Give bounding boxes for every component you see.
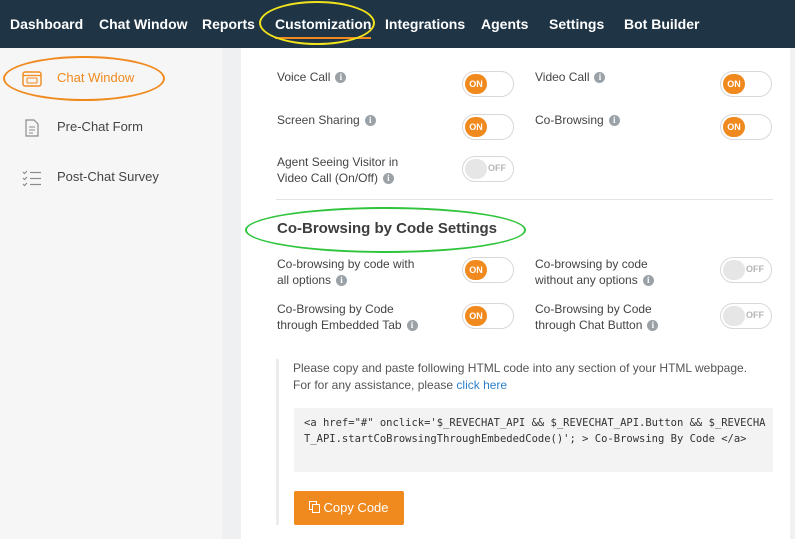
sidebar-item-post-chat-survey[interactable]: Post-Chat Survey bbox=[0, 160, 222, 196]
nav-agents[interactable]: Agents bbox=[481, 0, 528, 48]
instructions-text: Please copy and paste following HTML cod… bbox=[293, 360, 778, 394]
label-line: Co-browsing by code with bbox=[277, 257, 415, 271]
sidebar-item-chat-window[interactable]: Chat Window bbox=[0, 61, 222, 97]
nav-integrations[interactable]: Integrations bbox=[385, 0, 465, 48]
toggle-knob: ON bbox=[465, 117, 487, 137]
info-icon[interactable]: i bbox=[364, 115, 376, 127]
info-icon[interactable]: i bbox=[594, 72, 606, 84]
sidebar-item-label: Pre-Chat Form bbox=[57, 119, 143, 134]
instructions-line: For for any assistance, please bbox=[293, 378, 457, 392]
cobrowse-all-options-label: Co-browsing by code with all options i bbox=[277, 256, 414, 288]
toggle-state-text: OFF bbox=[746, 264, 764, 274]
scrollbar[interactable] bbox=[790, 48, 795, 539]
nav-customization-label: Customization bbox=[275, 16, 372, 32]
co-browsing-label: Co-Browsing i bbox=[535, 112, 620, 128]
cobrowse-without-options-toggle[interactable]: OFF bbox=[720, 257, 772, 283]
checklist-icon bbox=[22, 168, 42, 188]
nav-customization[interactable]: Customization bbox=[275, 0, 372, 48]
video-call-label: Video Call i bbox=[535, 69, 606, 85]
click-here-link[interactable]: click here bbox=[456, 378, 507, 392]
label-line: Co-browsing by code bbox=[535, 257, 648, 271]
toggle-knob: ON bbox=[465, 74, 487, 94]
label-line: Agent Seeing Visitor in bbox=[277, 155, 399, 169]
nav-dashboard[interactable]: Dashboard bbox=[10, 0, 83, 48]
voice-call-toggle[interactable]: ON bbox=[462, 71, 514, 97]
toggle-knob bbox=[723, 260, 745, 280]
info-icon[interactable]: i bbox=[336, 275, 348, 287]
section-divider bbox=[276, 199, 773, 200]
label-line: Co-Browsing by Code bbox=[277, 302, 394, 316]
info-icon[interactable]: i bbox=[406, 320, 418, 332]
toggle-knob: ON bbox=[723, 74, 745, 94]
screen-sharing-text: Screen Sharing bbox=[277, 113, 360, 127]
co-browsing-toggle[interactable]: ON bbox=[720, 114, 772, 140]
label-line: through Chat Button bbox=[535, 318, 643, 332]
document-icon bbox=[22, 118, 42, 138]
sidebar-item-label: Post-Chat Survey bbox=[57, 169, 159, 184]
label-line: without any options bbox=[535, 273, 638, 287]
cobrowse-embedded-tab-label: Co-Browsing by Code through Embedded Tab i bbox=[277, 301, 418, 333]
toggle-state-text: OFF bbox=[488, 163, 506, 173]
co-browsing-text: Co-Browsing bbox=[535, 113, 604, 127]
nav-settings[interactable]: Settings bbox=[549, 0, 604, 48]
info-icon[interactable]: i bbox=[382, 173, 394, 185]
video-call-text: Video Call bbox=[535, 70, 590, 84]
cobrowse-all-options-toggle[interactable]: ON bbox=[462, 257, 514, 283]
section-title: Co-Browsing by Code Settings bbox=[277, 220, 498, 237]
copy-icon bbox=[309, 492, 321, 526]
screen-sharing-toggle[interactable]: ON bbox=[462, 114, 514, 140]
info-icon[interactable]: i bbox=[608, 115, 620, 127]
label-line: all options bbox=[277, 273, 332, 287]
active-tab-underline bbox=[275, 37, 372, 39]
screen-sharing-label: Screen Sharing i bbox=[277, 112, 376, 128]
cobrowse-chat-button-toggle[interactable]: OFF bbox=[720, 303, 772, 329]
toggle-state-text: OFF bbox=[746, 310, 764, 320]
sidebar-item-pre-chat-form[interactable]: Pre-Chat Form bbox=[0, 110, 222, 146]
voice-call-label: Voice Call i bbox=[277, 69, 347, 85]
cobrowse-chat-button-label: Co-Browsing by Code through Chat Button i bbox=[535, 301, 659, 333]
sidebar-item-label: Chat Window bbox=[57, 70, 135, 85]
note-left-border bbox=[276, 359, 279, 525]
nav-bot-builder[interactable]: Bot Builder bbox=[624, 0, 699, 48]
voice-call-text: Voice Call bbox=[277, 70, 331, 84]
toggle-knob: ON bbox=[723, 117, 745, 137]
toggle-knob: ON bbox=[465, 306, 487, 326]
toggle-knob: ON bbox=[465, 260, 487, 280]
instructions-line: Please copy and paste following HTML cod… bbox=[293, 361, 748, 375]
video-call-toggle[interactable]: ON bbox=[720, 71, 772, 97]
copy-code-button[interactable]: Copy Code bbox=[294, 491, 404, 525]
toggle-knob bbox=[723, 306, 745, 326]
nav-chat-window[interactable]: Chat Window bbox=[99, 0, 188, 48]
info-icon[interactable]: i bbox=[647, 320, 659, 332]
info-icon[interactable]: i bbox=[335, 72, 347, 84]
nav-reports[interactable]: Reports bbox=[202, 0, 255, 48]
chat-window-icon bbox=[22, 69, 42, 89]
copy-code-label: Copy Code bbox=[323, 500, 389, 515]
agent-seeing-visitor-label: Agent Seeing Visitor in Video Call (On/Of… bbox=[277, 154, 398, 186]
cobrowse-embedded-tab-toggle[interactable]: ON bbox=[462, 303, 514, 329]
toggle-knob bbox=[465, 159, 487, 179]
agent-seeing-visitor-toggle[interactable]: OFF bbox=[462, 156, 514, 182]
sidebar: Chat Window Pre-Chat Form Post-Chat Surv… bbox=[0, 48, 222, 539]
top-navigation: Dashboard Chat Window Reports Customizat… bbox=[0, 0, 795, 48]
info-icon[interactable]: i bbox=[642, 275, 654, 287]
label-line: Co-Browsing by Code bbox=[535, 302, 652, 316]
label-line: Video Call (On/Off) bbox=[277, 171, 378, 185]
code-snippet[interactable]: <a href="#" onclick='$_REVECHAT_API && $… bbox=[294, 408, 773, 472]
label-line: through Embedded Tab bbox=[277, 318, 402, 332]
cobrowse-without-options-label: Co-browsing by code without any options i bbox=[535, 256, 654, 288]
